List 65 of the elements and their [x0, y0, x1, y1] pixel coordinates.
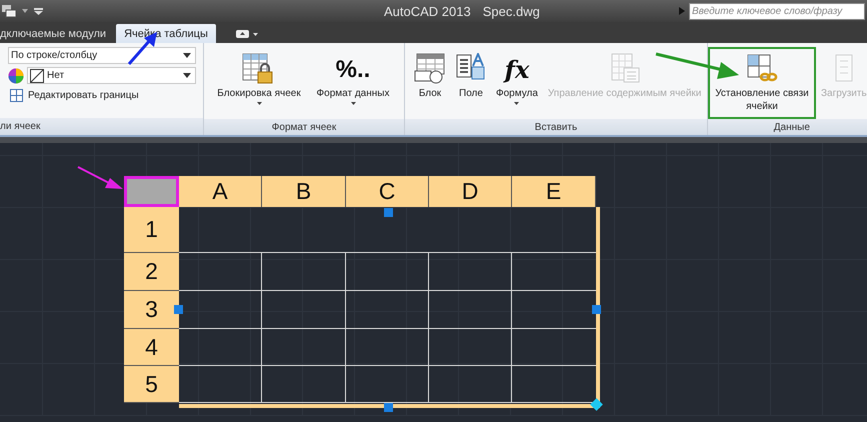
row-header[interactable]: 1 — [124, 207, 179, 253]
column-header[interactable]: C — [346, 176, 429, 207]
table-cell[interactable] — [179, 329, 262, 366]
panel-label: Формат ячеек — [204, 119, 404, 135]
ribbon-button[interactable]: Блокировка ячеек — [210, 47, 308, 119]
column-header[interactable]: D — [429, 176, 512, 207]
workspace-icon[interactable] — [2, 4, 16, 18]
ribbon-button[interactable]: Блок — [409, 47, 451, 119]
dropdown[interactable]: По строке/столбцу — [8, 47, 196, 64]
panel-label: Данные — [708, 119, 867, 135]
table-cell[interactable] — [429, 253, 512, 291]
dropdown-value: Нет — [47, 70, 64, 81]
annotation-arrow — [77, 166, 123, 190]
row-header[interactable]: 3 — [124, 291, 179, 329]
grid-icon — [10, 89, 23, 102]
table-cell[interactable] — [346, 329, 429, 366]
table-cell[interactable] — [262, 366, 346, 403]
quick-access-menu-icon[interactable] — [34, 8, 43, 14]
search-field[interactable]: Введите ключевое слово/фразу — [689, 2, 865, 20]
linked-table-icon — [745, 54, 779, 84]
dropdown[interactable]: Нет — [27, 67, 196, 84]
ribbon-button[interactable]: %.. Формат данных — [308, 47, 398, 119]
ribbon-button[interactable]: fx Формула — [491, 47, 543, 119]
edit-borders-button[interactable]: Редактировать границы — [8, 87, 196, 102]
no-fill-swatch-icon — [30, 68, 44, 82]
column-header[interactable]: E — [512, 176, 596, 207]
ribbon-tab[interactable]: дключаемые модули — [0, 24, 114, 43]
panel-label: Вставить — [405, 119, 707, 135]
table-cell[interactable] — [429, 366, 512, 403]
table-cell[interactable] — [429, 291, 512, 329]
table-corner-cell[interactable] — [124, 176, 179, 207]
grip-handle[interactable] — [592, 305, 601, 314]
table-cell[interactable] — [346, 366, 429, 403]
table-cell[interactable] — [262, 329, 346, 366]
ribbon-button[interactable]: Поле — [451, 47, 491, 119]
color-wheel-icon[interactable] — [8, 68, 24, 84]
row-header[interactable]: 2 — [124, 253, 179, 291]
table-cell[interactable] — [346, 291, 429, 329]
formula-icon: fx — [504, 54, 530, 84]
column-header[interactable]: B — [262, 176, 346, 207]
panel-label: ли ячеек — [0, 118, 203, 135]
file-name: Spec.dwg — [482, 4, 540, 18]
caret-icon — [183, 53, 191, 58]
table-list-icon — [608, 53, 641, 85]
dropdown-value: По строке/столбцу — [11, 50, 98, 61]
grip-handle[interactable] — [384, 208, 393, 217]
row-header[interactable]: 4 — [124, 329, 179, 366]
row-header[interactable]: 5 — [124, 366, 179, 403]
table-cell[interactable] — [262, 291, 346, 329]
table-cell[interactable] — [429, 329, 512, 366]
grip-handle[interactable] — [174, 305, 183, 314]
app-title: AutoCAD 2013 — [384, 4, 471, 18]
grip-handle[interactable] — [384, 403, 393, 412]
caret-icon — [183, 73, 191, 78]
format-icon: %.. — [336, 62, 370, 76]
table-cell[interactable] — [346, 253, 429, 291]
block-table-icon — [414, 53, 446, 85]
table-cell[interactable] — [262, 253, 346, 291]
grip-handle[interactable] — [590, 398, 603, 411]
caret-icon[interactable] — [22, 9, 28, 13]
column-header[interactable]: A — [179, 176, 262, 207]
table-cell[interactable] — [179, 366, 262, 403]
table-cell[interactable] — [179, 253, 262, 291]
expand-icon[interactable] — [679, 7, 685, 15]
tab-menu-icon[interactable] — [236, 30, 258, 38]
